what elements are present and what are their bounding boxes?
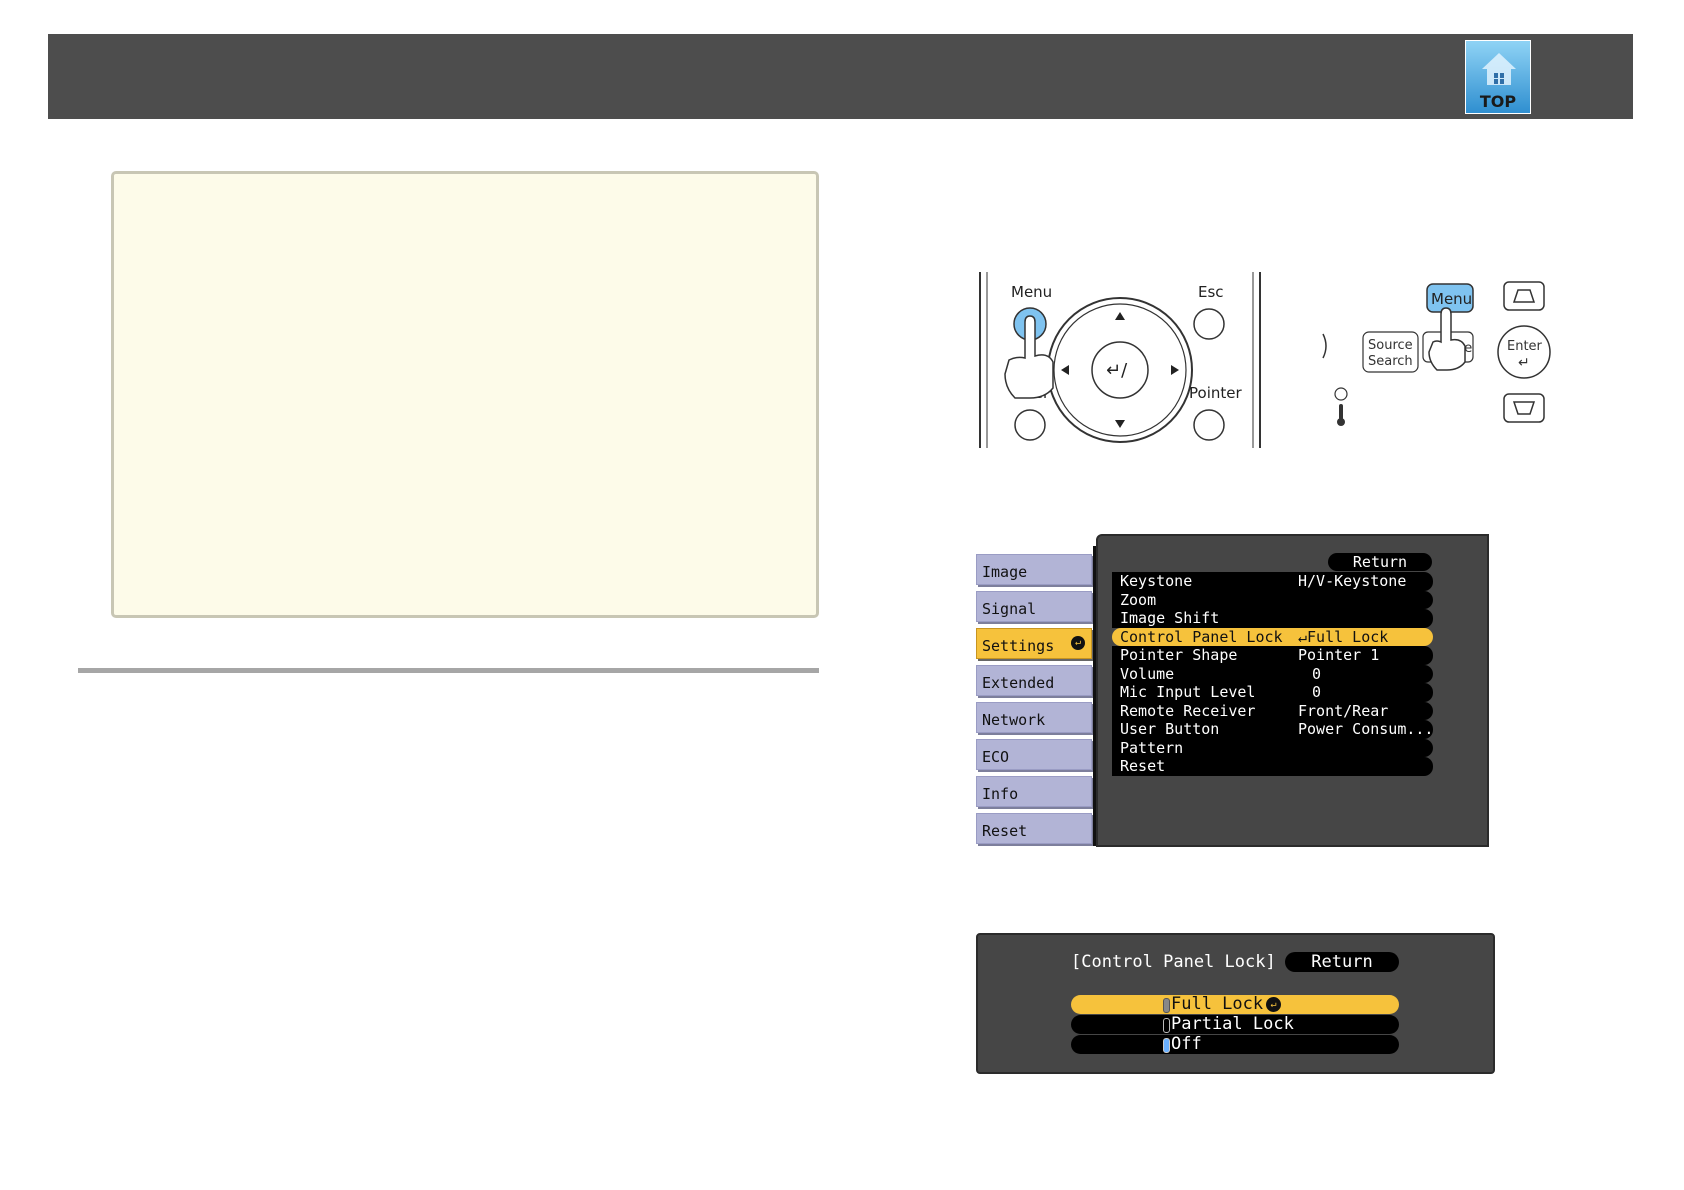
keystone-down-button[interactable] bbox=[1503, 393, 1545, 423]
tab-settings[interactable]: Settings ↵ bbox=[976, 628, 1092, 659]
menu-panel: Return Keystone H/V-Keystone Zoom Image S… bbox=[1096, 534, 1489, 847]
enter-icon: ↵ bbox=[1071, 636, 1085, 650]
remote-pointer-button[interactable] bbox=[1193, 409, 1225, 441]
menu-item-volume[interactable]: Volume 0 bbox=[1112, 664, 1433, 683]
note-box bbox=[111, 171, 819, 618]
menu-item-pattern[interactable]: Pattern bbox=[1112, 738, 1433, 757]
settings-menu-screen: Image Signal Settings ↵ Extended Network … bbox=[974, 534, 1489, 847]
enter-icon: ↵ bbox=[1298, 627, 1308, 646]
menu-item-keystone[interactable]: Keystone H/V-Keystone bbox=[1112, 572, 1433, 591]
return-button[interactable]: Return bbox=[1328, 553, 1432, 571]
page-header-bar bbox=[48, 34, 1633, 119]
remote-esc-label: Esc bbox=[1198, 283, 1224, 301]
remote-esc-button[interactable] bbox=[1193, 308, 1225, 340]
section-divider bbox=[78, 668, 819, 673]
tab-info[interactable]: Info bbox=[976, 776, 1092, 807]
tab-extended[interactable]: Extended bbox=[976, 665, 1092, 696]
home-icon bbox=[1482, 53, 1516, 85]
radio-indicator bbox=[1163, 1018, 1170, 1033]
menu-item-pointer-shape[interactable]: Pointer Shape Pointer 1 bbox=[1112, 646, 1433, 665]
menu-item-user-button[interactable]: User Button Power Consum... bbox=[1112, 720, 1433, 739]
dialog-title: [Control Panel Lock] bbox=[1071, 952, 1276, 972]
tab-image[interactable]: Image bbox=[976, 554, 1092, 585]
remote-menu-label: Menu bbox=[1011, 283, 1052, 301]
source-search-label-2: Search bbox=[1368, 354, 1413, 369]
control-panel-lock-dialog: [Control Panel Lock] Return Full Lock ↵ … bbox=[976, 933, 1495, 1074]
remote-user-button[interactable] bbox=[1014, 409, 1046, 441]
option-off[interactable]: Off bbox=[1071, 1035, 1399, 1054]
enter-arrow-icon: ↵/ bbox=[1106, 360, 1128, 381]
dialog-return-button[interactable]: Return bbox=[1285, 952, 1399, 972]
menu-item-image-shift[interactable]: Image Shift bbox=[1112, 609, 1433, 628]
radio-indicator bbox=[1163, 998, 1170, 1013]
menu-item-mic-input-level[interactable]: Mic Input Level 0 bbox=[1112, 683, 1433, 702]
temperature-icon bbox=[1339, 404, 1343, 420]
menu-item-reset[interactable]: Reset bbox=[1112, 757, 1433, 776]
menu-item-control-panel-lock[interactable]: Control Panel Lock ↵Full Lock bbox=[1112, 627, 1433, 646]
top-link-button[interactable]: TOP bbox=[1465, 40, 1531, 114]
remote-pointer-label: Pointer bbox=[1189, 384, 1242, 402]
control-panel-illustration: Menu Source Search de Enter ↵ bbox=[1322, 281, 1551, 426]
indicator-lamp-icon bbox=[1334, 387, 1348, 401]
tab-network[interactable]: Network bbox=[976, 702, 1092, 733]
panel-menu-label: Menu bbox=[1431, 290, 1472, 308]
enter-arrow-icon: ↵ bbox=[1518, 355, 1530, 371]
remote-control-illustration: Menu Esc ↵/ User Pointer bbox=[979, 272, 1261, 448]
option-full-lock[interactable]: Full Lock ↵ bbox=[1071, 995, 1399, 1014]
top-label: TOP bbox=[1479, 92, 1517, 111]
option-partial-lock[interactable]: Partial Lock bbox=[1071, 1015, 1399, 1034]
source-search-label-1: Source bbox=[1368, 338, 1413, 353]
menu-items-list: Keystone H/V-Keystone Zoom Image Shift Co… bbox=[1112, 572, 1433, 776]
menu-item-remote-receiver[interactable]: Remote Receiver Front/Rear bbox=[1112, 701, 1433, 720]
tab-eco[interactable]: ECO bbox=[976, 739, 1092, 770]
menu-item-zoom[interactable]: Zoom bbox=[1112, 590, 1433, 609]
tab-reset[interactable]: Reset bbox=[976, 813, 1092, 844]
enter-icon: ↵ bbox=[1266, 997, 1281, 1012]
panel-enter-label: Enter bbox=[1507, 339, 1543, 354]
radio-indicator-selected bbox=[1163, 1038, 1170, 1053]
tab-signal[interactable]: Signal bbox=[976, 591, 1092, 622]
keystone-up-button[interactable] bbox=[1503, 281, 1545, 311]
